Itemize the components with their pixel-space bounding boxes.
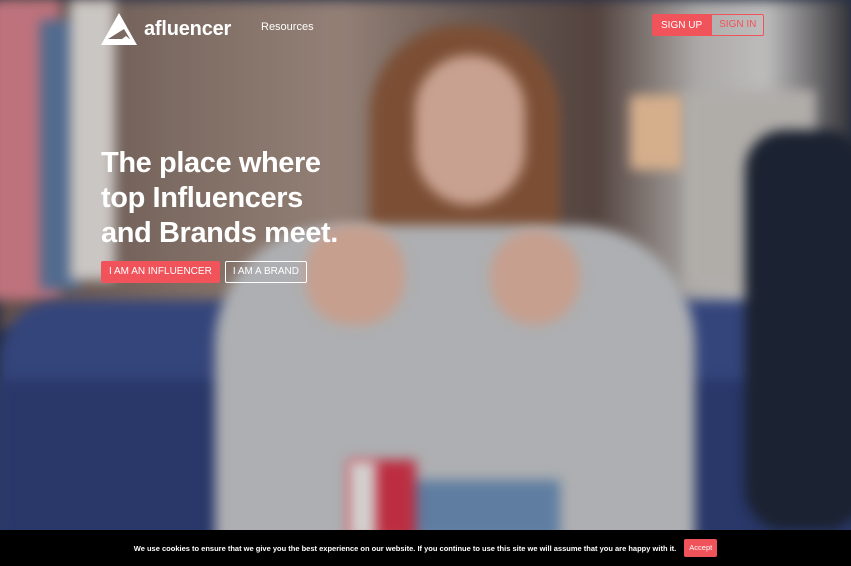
hero-title: The place where top Influencers and Bran… — [101, 146, 381, 251]
hero-section: The place where top Influencers and Bran… — [101, 146, 381, 283]
hero-title-line: and Brands meet. — [101, 217, 338, 249]
brand-button[interactable]: I AM A BRAND — [224, 261, 307, 283]
hero-title-line: The place where — [101, 147, 321, 179]
afluencer-logo-icon — [100, 12, 138, 46]
cookie-message: We use cookies to ensure that we give yo… — [133, 543, 677, 553]
cookie-banner: We use cookies to ensure that we give yo… — [0, 530, 851, 566]
brand-name: afluencer — [144, 17, 232, 40]
nav-resources-link[interactable]: Resources — [261, 21, 314, 33]
sign-up-button[interactable]: SIGN UP — [652, 14, 712, 36]
influencer-button[interactable]: I AM AN INFLUENCER — [101, 261, 220, 283]
sign-in-button[interactable]: SIGN IN — [711, 14, 765, 36]
hero-background-image — [0, 0, 851, 566]
hero-cta-group: I AM AN INFLUENCER I AM A BRAND — [101, 261, 381, 283]
hero-title-line: top Influencers — [101, 182, 303, 214]
auth-buttons: SIGN UP SIGN IN — [652, 14, 765, 36]
cookie-accept-button[interactable]: Accept — [684, 539, 718, 557]
site-header: afluencer Resources SIGN UP SIGN IN — [0, 0, 851, 60]
logo-link[interactable]: afluencer — [100, 12, 231, 46]
